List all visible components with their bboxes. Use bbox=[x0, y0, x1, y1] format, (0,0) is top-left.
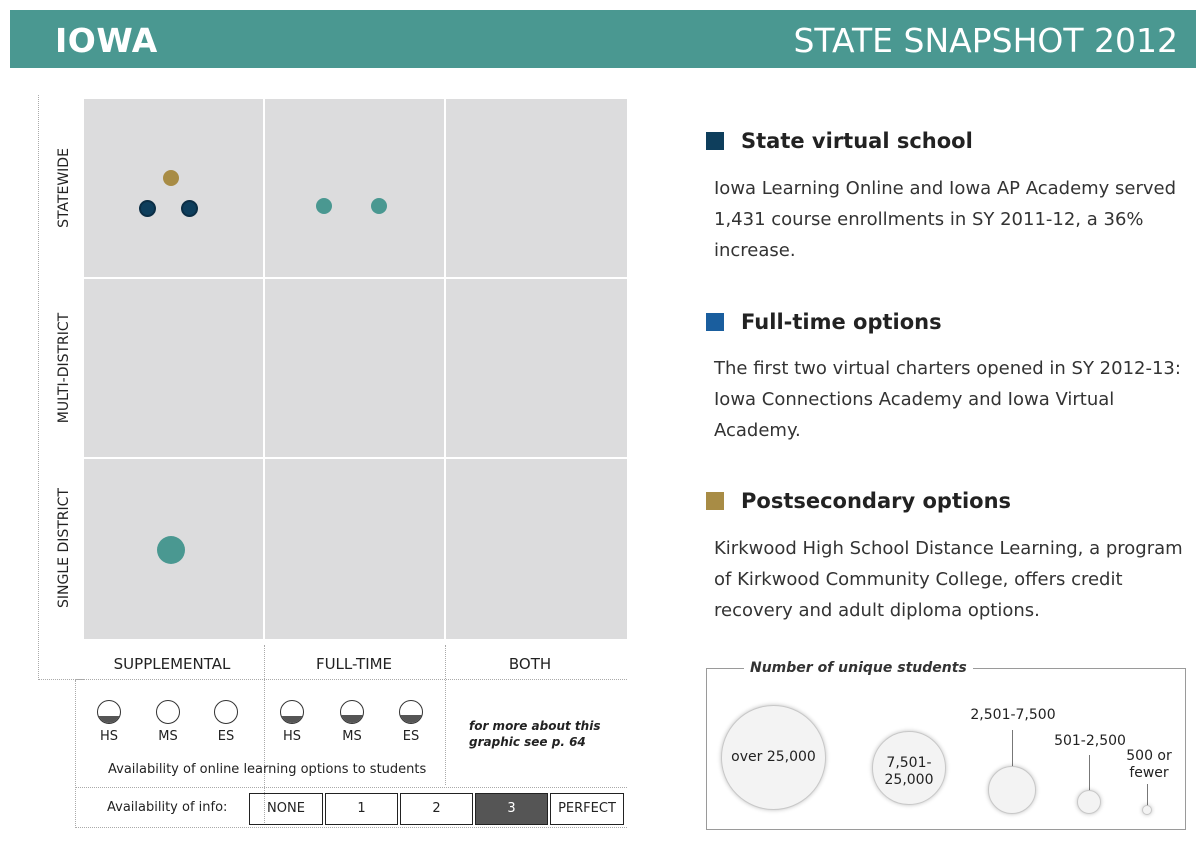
postsecondary-dot bbox=[163, 170, 179, 186]
full-time-swatch bbox=[706, 313, 724, 331]
header-bar: IOWA STATE SNAPSHOT 2012 bbox=[10, 10, 1196, 68]
level-label: HS bbox=[99, 729, 119, 744]
single-district-dot bbox=[157, 536, 185, 564]
bubble-label-7501-25000: 7,501- 25,000 bbox=[872, 755, 946, 789]
availability-caption: Availability of online learning options … bbox=[108, 762, 427, 777]
availability-es-fulltime: ES bbox=[381, 700, 441, 744]
postsecondary-swatch bbox=[706, 492, 724, 510]
bubble-label-500-or-fewer: 500 or fewer bbox=[1124, 748, 1174, 782]
full-time-dot bbox=[371, 198, 387, 214]
level-label: MS bbox=[158, 729, 178, 744]
col-label-supplemental: SUPPLEMENTAL bbox=[113, 655, 231, 673]
section-body: The first two virtual charters opened in… bbox=[714, 358, 1181, 441]
info-level-perfect: PERFECT bbox=[550, 793, 624, 825]
availability-hs-fulltime: HS bbox=[262, 700, 322, 744]
state-virtual-school-dot bbox=[139, 200, 156, 217]
bubble-label-501-2500: 501-2,500 bbox=[1054, 733, 1126, 749]
level-label: MS bbox=[342, 729, 362, 744]
info-availability-label: Availability of info: bbox=[107, 800, 228, 815]
section-body: Iowa Learning Online and Iowa AP Academy… bbox=[714, 178, 1177, 261]
leader-line bbox=[1012, 730, 1013, 766]
availability-circle-icon bbox=[156, 700, 180, 724]
availability-ms-fulltime: MS bbox=[322, 700, 382, 744]
info-level-1: 1 bbox=[325, 793, 398, 825]
col-label-both: BOTH bbox=[508, 655, 552, 673]
info-level-none: NONE bbox=[249, 793, 323, 825]
availability-circle-icon bbox=[214, 700, 238, 724]
leader-line bbox=[1089, 755, 1090, 792]
more-info-note: for more about this graphic see p. 64 bbox=[469, 719, 601, 749]
info-level-2: 2 bbox=[400, 793, 473, 825]
page-title: STATE SNAPSHOT 2012 bbox=[793, 21, 1178, 60]
availability-hs-supplemental: HS bbox=[79, 700, 139, 744]
cell-statewide-both bbox=[446, 99, 627, 277]
availability-es-supplemental: ES bbox=[196, 700, 256, 744]
bubble-2501-7500 bbox=[988, 766, 1036, 814]
bubble-500-or-fewer bbox=[1142, 805, 1152, 815]
cell-single-both bbox=[446, 459, 627, 639]
cell-statewide-fulltime bbox=[265, 99, 444, 277]
cell-multi-both bbox=[446, 279, 627, 457]
section-title: State virtual school bbox=[741, 129, 973, 153]
section-title: Full-time options bbox=[741, 310, 942, 334]
cell-single-fulltime bbox=[265, 459, 444, 639]
availability-ms-supplemental: MS bbox=[138, 700, 198, 744]
info-level-3: 3 bbox=[475, 793, 548, 825]
cell-multi-supplemental bbox=[84, 279, 263, 457]
leader-line bbox=[1147, 784, 1148, 806]
availability-circle-icon bbox=[280, 700, 304, 724]
level-label: ES bbox=[217, 729, 235, 744]
bubble-label-line: 7,501- bbox=[886, 755, 932, 771]
level-label: ES bbox=[402, 729, 420, 744]
bubble-label-line: 25,000 bbox=[884, 772, 934, 788]
section-body: Kirkwood High School Distance Learning, … bbox=[714, 538, 1183, 621]
row-label-multi-district: MULTI-DISTRICT bbox=[56, 312, 72, 424]
state-name: IOWA bbox=[55, 21, 158, 60]
bubble-label-line: 500 or bbox=[1126, 748, 1172, 764]
bubble-label-line: fewer bbox=[1129, 765, 1169, 781]
state-virtual-school-swatch bbox=[706, 132, 724, 150]
bubble-501-2500 bbox=[1077, 790, 1101, 814]
availability-divider bbox=[75, 787, 627, 788]
cell-multi-fulltime bbox=[265, 279, 444, 457]
bubble-label-over-25000: over 25,000 bbox=[731, 749, 816, 765]
level-label: HS bbox=[282, 729, 302, 744]
row-label-single-district: SINGLE DISTRICT bbox=[56, 488, 72, 608]
state-virtual-school-dot bbox=[181, 200, 198, 217]
section-title: Postsecondary options bbox=[741, 489, 1012, 513]
cell-statewide-supplemental bbox=[84, 99, 263, 277]
legend-title: Number of unique students bbox=[744, 660, 973, 676]
availability-circle-icon bbox=[97, 700, 121, 724]
full-time-dot bbox=[316, 198, 332, 214]
availability-circle-icon bbox=[399, 700, 423, 724]
availability-circle-icon bbox=[340, 700, 364, 724]
bubble-label-2501-7500: 2,501-7,500 bbox=[970, 707, 1056, 723]
row-label-statewide: STATEWIDE bbox=[56, 148, 72, 228]
col-label-full-time: FULL-TIME bbox=[315, 655, 393, 673]
